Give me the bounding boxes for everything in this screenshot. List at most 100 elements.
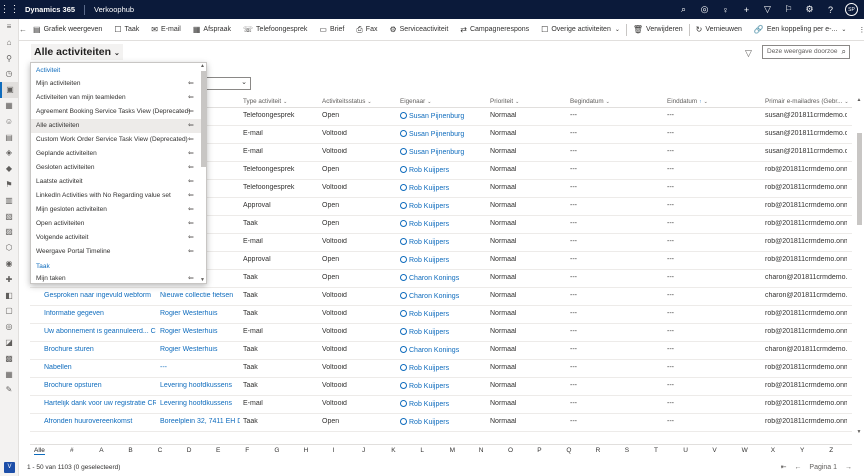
view-option[interactable]: Mijn activiteiten ⇐ bbox=[31, 77, 206, 91]
alphabet-letter[interactable]: D bbox=[187, 447, 192, 454]
cell-owner[interactable]: Rob Kuijpers bbox=[400, 400, 486, 408]
cell-regarding[interactable]: --- bbox=[160, 364, 240, 371]
scroll-thumb[interactable] bbox=[857, 133, 862, 225]
alphabet-letter[interactable]: X bbox=[771, 447, 775, 454]
trash-button[interactable]: 🗑 Verwijderen bbox=[627, 25, 689, 34]
cell-owner[interactable]: Charon Konings bbox=[400, 346, 486, 354]
cell-subject[interactable]: Nabellen bbox=[44, 364, 156, 371]
view-option[interactable]: Laatste activiteit ⇐ bbox=[31, 175, 206, 189]
back-arrow-icon[interactable]: ← bbox=[19, 25, 27, 34]
cell-owner[interactable]: Rob Kuijpers bbox=[400, 364, 486, 372]
alphabet-letter[interactable]: R bbox=[596, 447, 601, 454]
pin-default-icon[interactable]: ⇐ bbox=[188, 177, 194, 185]
table-row[interactable]: Brochure opsturen Levering hoofdkussens Ta… bbox=[30, 378, 852, 396]
alphabet-letter[interactable]: L bbox=[420, 447, 424, 454]
target-icon[interactable]: ◎ bbox=[694, 4, 715, 15]
pin-default-icon[interactable]: ⇐ bbox=[188, 274, 194, 282]
view-option[interactable]: Custom Work Order Service Task View (Dep… bbox=[31, 133, 206, 147]
link-button[interactable]: 🔗 Een koppeling per e-... ⌄ bbox=[748, 25, 852, 34]
alphabet-letter[interactable]: M bbox=[450, 447, 455, 454]
app-name[interactable]: Verkoophub bbox=[85, 5, 134, 14]
brand-name[interactable]: Dynamics 365 bbox=[19, 4, 86, 15]
cell-subject[interactable]: Informatie gegeven bbox=[44, 310, 156, 317]
scroll-down-icon[interactable]: ▼ bbox=[855, 429, 863, 435]
calendar-nav-icon[interactable]: ▦ bbox=[0, 367, 18, 383]
view-option[interactable]: Geplande activiteiten ⇐ bbox=[31, 147, 206, 161]
alphabet-letter[interactable]: J bbox=[362, 447, 365, 454]
app-launcher-icon[interactable]: ⋮⋮ bbox=[0, 0, 20, 19]
letter-button[interactable]: ▭ Brief bbox=[313, 25, 350, 34]
table-row[interactable]: Nabellen --- Taak Voltooid Rob Kuijpers Norma… bbox=[30, 360, 852, 378]
recent-icon[interactable]: ◷ bbox=[0, 66, 18, 82]
alphabet-letter[interactable]: C bbox=[158, 447, 163, 454]
invoices-icon[interactable]: ▨ bbox=[0, 224, 18, 240]
cell-subject[interactable]: Brochure opsturen bbox=[44, 382, 156, 389]
alphabet-letter[interactable]: Alle bbox=[34, 447, 45, 455]
cell-regarding[interactable]: Levering hoofdkussens bbox=[160, 400, 240, 407]
goals-icon[interactable]: ◎ bbox=[0, 319, 18, 335]
table-row[interactable]: Afronden huurovereenkomst Boreelplein 32,… bbox=[30, 414, 852, 432]
view-option[interactable]: Weergave Portal Timeline ⇐ bbox=[31, 245, 206, 259]
contacts-icon[interactable]: ☺ bbox=[0, 114, 18, 130]
home-icon[interactable]: ⌂ bbox=[0, 35, 18, 51]
table-row[interactable]: Informatie gegeven Rogier Westerhuis Taak V… bbox=[30, 306, 852, 324]
area-switcher-icon[interactable]: V bbox=[4, 462, 15, 473]
chevron-down-icon[interactable]: ⌄ bbox=[704, 99, 708, 105]
pin-icon[interactable]: ⚲ bbox=[0, 51, 18, 67]
chevron-down-icon[interactable]: ⌄ bbox=[841, 26, 846, 33]
alphabet-letter[interactable]: N bbox=[479, 447, 484, 454]
cell-owner[interactable]: Charon Konings bbox=[400, 292, 486, 300]
search-icon[interactable]: ⌕ bbox=[673, 4, 694, 15]
alphabet-letter[interactable]: O bbox=[508, 447, 513, 454]
view-option[interactable]: Activiteiten van mijn teamleden ⇐ bbox=[31, 91, 206, 105]
cell-subject[interactable]: Gesproken naar ingevuld webform bbox=[44, 292, 156, 299]
lightbulb-icon[interactable]: ♀ bbox=[715, 5, 736, 15]
view-option[interactable]: Alle activiteiten ⇐ bbox=[31, 118, 206, 133]
pin-default-icon[interactable]: ⇐ bbox=[188, 107, 194, 115]
alphabet-letter[interactable]: F bbox=[245, 447, 249, 454]
alphabet-letter[interactable]: H bbox=[304, 447, 309, 454]
cell-owner[interactable]: Rob Kuijpers bbox=[400, 310, 486, 318]
cell-owner[interactable]: Susan Pijnenburg bbox=[400, 130, 486, 138]
cell-regarding[interactable]: Rogier Westerhuis bbox=[160, 346, 240, 353]
cell-owner[interactable]: Rob Kuijpers bbox=[400, 328, 486, 336]
search-input[interactable]: Deze weergave doorzoe ⌕ bbox=[762, 45, 850, 59]
view-option[interactable]: Gesloten activiteiten ⇐ bbox=[31, 161, 206, 175]
pin-default-icon[interactable]: ⇐ bbox=[188, 163, 194, 171]
cell-subject[interactable]: Brochure sturen bbox=[44, 346, 156, 353]
cases-icon[interactable]: ◪ bbox=[0, 335, 18, 351]
alphabet-letter[interactable]: S bbox=[625, 447, 629, 454]
more-commands-icon[interactable]: ⋮ bbox=[852, 26, 864, 34]
refresh-button[interactable]: ↻ Vernieuwen bbox=[690, 25, 748, 34]
cell-owner[interactable]: Susan Pijnenburg bbox=[400, 148, 486, 156]
alphabet-letter[interactable]: # bbox=[70, 447, 74, 454]
alphabet-letter[interactable]: K bbox=[391, 447, 395, 454]
view-option[interactable]: Agreement Booking Service Tasks View (De… bbox=[31, 105, 206, 119]
leads-icon[interactable]: ◈ bbox=[0, 145, 18, 161]
chevron-down-icon[interactable]: ⌄ bbox=[844, 99, 848, 105]
cell-subject[interactable]: Uw abonnement is geannuleerd... CRM:0 bbox=[44, 328, 156, 335]
activities-nav-icon[interactable]: ▣ bbox=[0, 82, 18, 98]
accounts-icon[interactable]: ▤ bbox=[0, 130, 18, 146]
chevron-down-icon[interactable]: ⌄ bbox=[615, 26, 620, 33]
pin-default-icon[interactable]: ⇐ bbox=[188, 233, 194, 241]
cell-subject[interactable]: Afronden huurovereenkomst bbox=[44, 418, 156, 425]
campaigns-icon[interactable]: ◧ bbox=[0, 288, 18, 304]
chart-button[interactable]: ▤ Grafiek weergeven bbox=[27, 25, 108, 34]
marketing-icon[interactable]: ✚ bbox=[0, 272, 18, 288]
view-selector[interactable]: Alle activiteiten ⌄ bbox=[31, 44, 123, 60]
alphabet-letter[interactable]: Y bbox=[800, 447, 804, 454]
cell-owner[interactable]: Rob Kuijpers bbox=[400, 202, 486, 210]
cell-owner[interactable]: Rob Kuijpers bbox=[400, 256, 486, 264]
gear-icon[interactable]: ⚙ bbox=[799, 4, 820, 15]
scroll-up-icon[interactable]: ▲ bbox=[200, 63, 205, 69]
menu-icon[interactable]: ≡ bbox=[0, 19, 18, 35]
pin-default-icon[interactable]: ⇐ bbox=[188, 247, 194, 255]
alphabet-letter[interactable]: B bbox=[128, 447, 132, 454]
phone-button[interactable]: ☏ Telefoongesprek bbox=[237, 25, 313, 34]
pin-default-icon[interactable]: ⇐ bbox=[188, 135, 194, 143]
chevron-down-icon[interactable]: ⌄ bbox=[606, 99, 610, 105]
products-icon[interactable]: ⬡ bbox=[0, 240, 18, 256]
fax-button[interactable]: ⎙ Fax bbox=[350, 25, 383, 35]
pin-default-icon[interactable]: ⇐ bbox=[188, 149, 194, 157]
